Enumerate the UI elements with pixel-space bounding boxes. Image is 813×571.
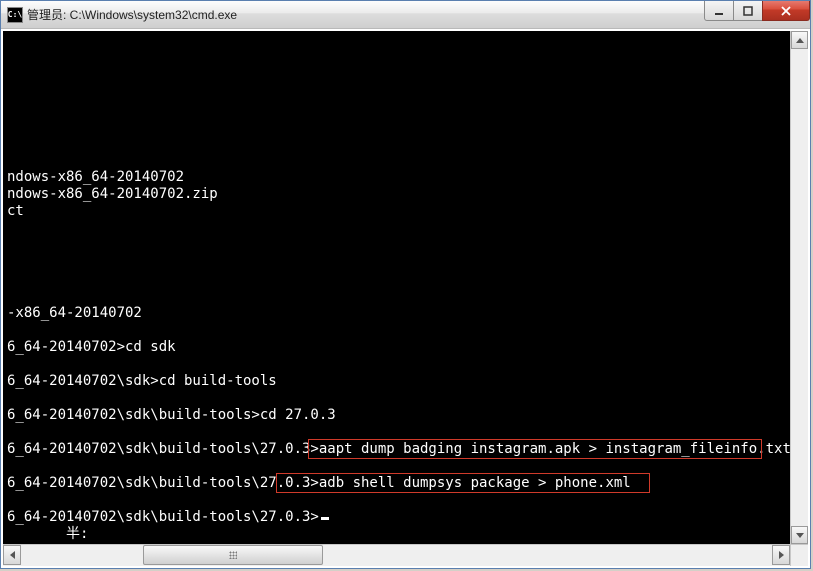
vertical-scrollbar[interactable] — [790, 31, 808, 544]
console-line — [3, 84, 790, 101]
window-controls — [705, 1, 810, 21]
console-line: 6_64-20140702\sdk\build-tools>cd 27.0.3 — [3, 407, 790, 424]
console-line: 6_64-20140702\sdk\build-tools\27.0.3>adb… — [3, 475, 790, 492]
console-line: ndows-x86_64-20140702 — [3, 169, 790, 186]
cursor — [321, 517, 329, 520]
console-line — [3, 33, 790, 50]
console-line — [3, 118, 790, 135]
cmd-window: C:\ 管理员: C:\Windows\system32\cmd.exe ndo… — [0, 0, 811, 569]
console-line: 6_64-20140702\sdk\build-tools\27.0.3> — [3, 509, 790, 526]
console-line — [3, 135, 790, 152]
minimize-button[interactable] — [704, 1, 734, 21]
scroll-left-button[interactable] — [3, 545, 21, 565]
close-button[interactable] — [762, 1, 810, 21]
console-line: 6_64-20140702\sdk\build-tools\27.0.3>aap… — [3, 441, 790, 458]
console-line: 6_64-20140702\sdk>cd build-tools — [3, 373, 790, 390]
console-line — [3, 271, 790, 288]
console-line — [3, 67, 790, 84]
console-line: -x86_64-20140702 — [3, 305, 790, 322]
console-line: 半: — [3, 526, 790, 543]
title-prefix: 管理员: — [27, 8, 70, 22]
horizontal-scrollbar[interactable] — [3, 544, 790, 566]
console-line: ct — [3, 203, 790, 220]
console-line — [3, 254, 790, 271]
window-title: 管理员: C:\Windows\system32\cmd.exe — [27, 6, 237, 23]
console-line — [3, 424, 790, 441]
horizontal-scroll-thumb[interactable] — [143, 545, 323, 565]
scroll-down-button[interactable] — [791, 526, 808, 544]
title-path: C:\Windows\system32\cmd.exe — [70, 8, 237, 22]
scroll-up-button[interactable] — [791, 31, 808, 49]
console-line — [3, 356, 790, 373]
titlebar[interactable]: C:\ 管理员: C:\Windows\system32\cmd.exe — [1, 1, 810, 29]
console-line — [3, 152, 790, 169]
console-line — [3, 492, 790, 509]
console-line — [3, 237, 790, 254]
scroll-right-button[interactable] — [772, 545, 790, 565]
console-area: ndows-x86_64-20140702ndows-x86_64-201407… — [1, 29, 810, 568]
console-output[interactable]: ndows-x86_64-20140702ndows-x86_64-201407… — [3, 31, 790, 544]
console-line — [3, 50, 790, 67]
console-line — [3, 390, 790, 407]
console-line: ndows-x86_64-20140702.zip — [3, 186, 790, 203]
console-line — [3, 322, 790, 339]
console-line — [3, 220, 790, 237]
cmd-icon: C:\ — [7, 7, 23, 23]
scroll-corner — [790, 544, 808, 566]
console-line: 6_64-20140702>cd sdk — [3, 339, 790, 356]
console-line — [3, 458, 790, 475]
console-line — [3, 288, 790, 305]
console-line — [3, 101, 790, 118]
grip-icon — [229, 551, 237, 559]
maximize-button[interactable] — [733, 1, 763, 21]
